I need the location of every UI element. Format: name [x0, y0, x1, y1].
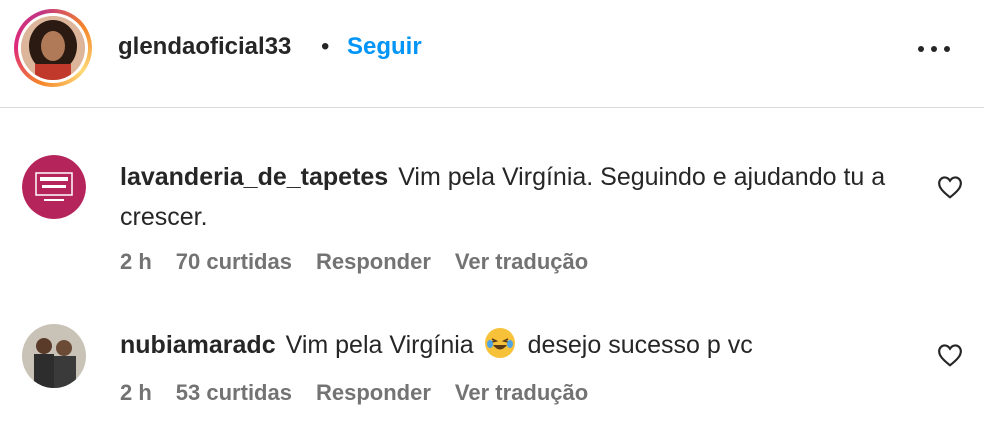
comment-username[interactable]: nubiamaradc: [120, 331, 276, 359]
comment-meta: 2 h 53 curtidas Responder Ver tradução: [120, 380, 612, 406]
comment-body-end: desejo sucesso p vc: [527, 331, 753, 359]
commenter-avatar[interactable]: [22, 155, 86, 219]
translate-button[interactable]: Ver tradução: [455, 380, 588, 405]
comment-meta: 2 h 70 curtidas Responder Ver tradução: [120, 249, 612, 275]
comment-time: 2 h: [120, 380, 152, 405]
follow-button[interactable]: Seguir: [347, 33, 422, 61]
post-header: glendaoficial33 • Seguir: [0, 0, 984, 108]
avatar-photo: [21, 16, 85, 80]
reply-button[interactable]: Responder: [316, 249, 431, 274]
separator-dot: •: [321, 33, 330, 60]
heart-icon[interactable]: [937, 175, 963, 199]
comment-text: nubiamaradc Vim pela Virgínia desejo suce…: [120, 325, 910, 365]
profile-avatar[interactable]: [14, 9, 92, 87]
comment-body-start: Vim pela Virgínia: [285, 331, 474, 359]
comment-time: 2 h: [120, 249, 152, 274]
commenter-avatar[interactable]: [22, 324, 86, 388]
comment-text: lavanderia_de_tapetes Vim pela Virgínia. …: [120, 157, 910, 237]
translate-button[interactable]: Ver tradução: [455, 249, 588, 274]
heart-icon[interactable]: [937, 343, 963, 367]
comment-username[interactable]: lavanderia_de_tapetes: [120, 163, 388, 191]
comment-likes-count[interactable]: 53 curtidas: [176, 380, 292, 405]
laughing-emoji-icon: [484, 328, 515, 358]
reply-button[interactable]: Responder: [316, 380, 431, 405]
more-options-icon[interactable]: [914, 36, 954, 60]
post-author-username[interactable]: glendaoficial33: [118, 33, 291, 61]
comment-likes-count[interactable]: 70 curtidas: [176, 249, 292, 274]
